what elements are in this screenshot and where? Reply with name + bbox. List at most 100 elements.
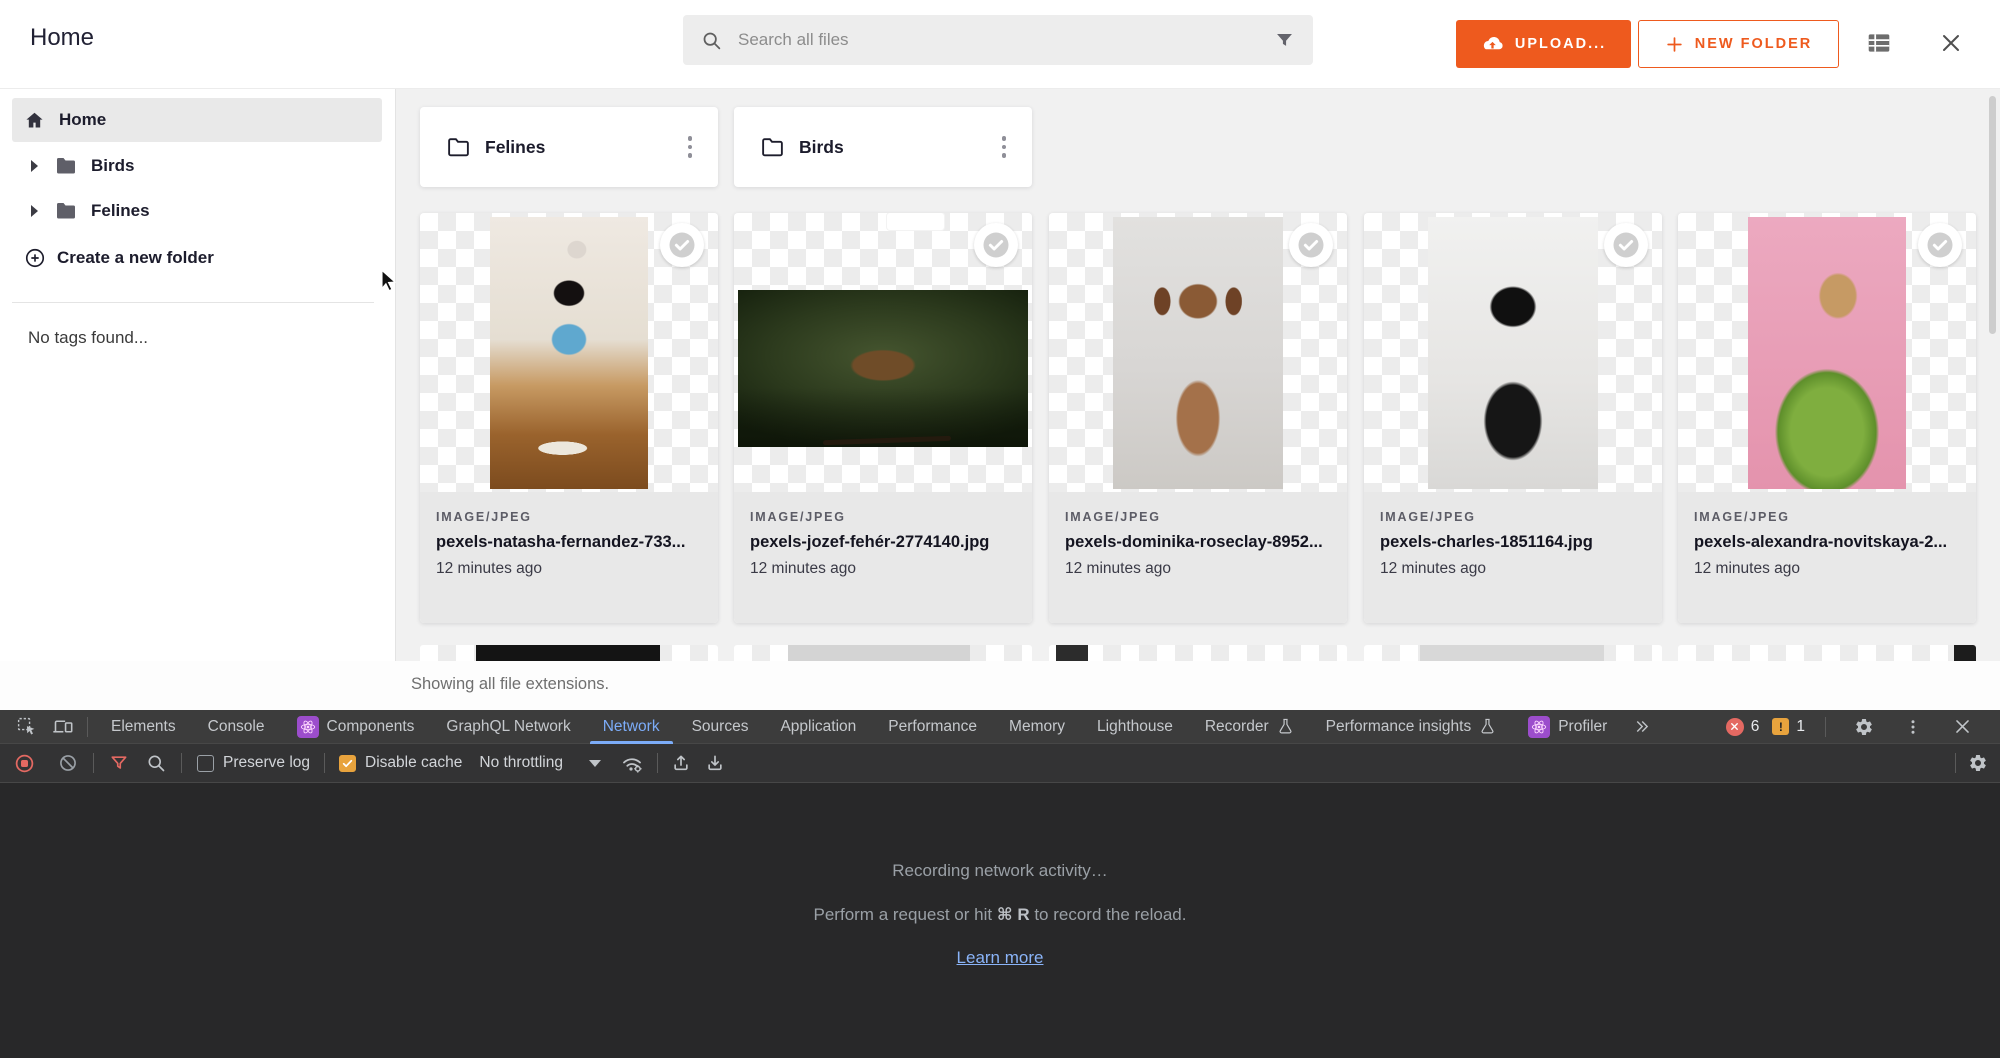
- file-info: IMAGE/JPEG pexels-dominika-roseclay-8952…: [1049, 492, 1347, 623]
- file-card-partial[interactable]: [1364, 645, 1662, 661]
- folder-outline-icon: [760, 135, 785, 160]
- tab-profiler[interactable]: Profiler: [1512, 710, 1623, 744]
- folder-card-felines[interactable]: Felines: [420, 107, 718, 187]
- tab-label: Performance insights: [1326, 718, 1472, 736]
- file-card[interactable]: IMAGE/JPEG pexels-natasha-fernandez-733.…: [420, 213, 718, 623]
- tab-performance-insights[interactable]: Performance insights: [1310, 710, 1513, 744]
- select-check-badge[interactable]: [1289, 223, 1333, 267]
- file-card[interactable]: IMAGE/JPEG pexels-jozef-fehér-2774140.jp…: [734, 213, 1032, 623]
- warning-icon: !: [1772, 718, 1789, 735]
- react-icon: [1528, 716, 1550, 738]
- tab-graphql-network[interactable]: GraphQL Network: [430, 710, 586, 744]
- file-info: IMAGE/JPEG pexels-natasha-fernandez-733.…: [420, 492, 718, 623]
- sidebar-item-felines[interactable]: Felines: [0, 193, 395, 229]
- file-thumbnail: [1678, 213, 1976, 492]
- tab-lighthouse[interactable]: Lighthouse: [1081, 710, 1189, 744]
- sidebar-item-home[interactable]: Home: [12, 98, 382, 142]
- file-type: IMAGE/JPEG: [436, 510, 702, 524]
- settings-gear-icon[interactable]: [1846, 710, 1882, 744]
- tab-components[interactable]: Components: [281, 710, 431, 744]
- filter-icon[interactable]: [1274, 30, 1295, 51]
- error-count-badge[interactable]: 6: [1726, 718, 1760, 736]
- export-har-icon[interactable]: [705, 753, 725, 773]
- home-icon: [24, 110, 45, 131]
- new-folder-button[interactable]: NEW FOLDER: [1638, 20, 1839, 68]
- disable-cache-label[interactable]: Disable cache: [365, 754, 462, 772]
- tab-label: Elements: [111, 718, 176, 736]
- file-name: pexels-natasha-fernandez-733...: [436, 533, 702, 552]
- devtools-tabbar-right: 6 ! 1: [1726, 710, 1980, 744]
- file-type: IMAGE/JPEG: [1380, 510, 1646, 524]
- divider: [1955, 753, 1956, 773]
- file-card-partial[interactable]: [420, 645, 718, 661]
- kebab-menu-icon[interactable]: [998, 132, 1011, 162]
- folder-card-birds[interactable]: Birds: [734, 107, 1032, 187]
- filter-icon[interactable]: [109, 753, 129, 773]
- learn-more-link[interactable]: Learn more: [957, 948, 1044, 968]
- list-view-icon[interactable]: [1866, 30, 1892, 56]
- select-check-badge[interactable]: [974, 223, 1018, 267]
- throttling-select[interactable]: No throttling: [479, 754, 601, 772]
- tab-memory[interactable]: Memory: [993, 710, 1081, 744]
- folder-outline-icon: [446, 135, 471, 160]
- file-card[interactable]: IMAGE/JPEG pexels-alexandra-novitskaya-2…: [1678, 213, 1976, 623]
- tab-elements[interactable]: Elements: [95, 710, 192, 744]
- file-info: IMAGE/JPEG pexels-jozef-fehér-2774140.jp…: [734, 492, 1032, 623]
- close-icon[interactable]: [1938, 30, 1964, 56]
- file-card[interactable]: IMAGE/JPEG pexels-charles-1851164.jpg 12…: [1364, 213, 1662, 623]
- divider: [181, 753, 182, 773]
- clear-icon[interactable]: [58, 753, 78, 773]
- inspect-element-icon[interactable]: [8, 710, 44, 744]
- file-card-partial[interactable]: [734, 645, 1032, 661]
- search-icon: [701, 30, 722, 51]
- chevron-right-icon[interactable]: [31, 205, 38, 217]
- tab-application[interactable]: Application: [764, 710, 872, 744]
- dog-photo: [1428, 217, 1598, 489]
- screen: Home UPLOAD... NEW FOLDER: [0, 0, 2000, 1058]
- preserve-log-checkbox[interactable]: [197, 755, 214, 772]
- recording-message: Recording network activity…: [892, 861, 1107, 881]
- preserve-log-label[interactable]: Preserve log: [223, 754, 310, 772]
- file-name: pexels-jozef-fehér-2774140.jpg: [750, 533, 1016, 552]
- instruction-suffix: to record the reload.: [1030, 905, 1187, 924]
- upload-button[interactable]: UPLOAD...: [1456, 20, 1631, 68]
- file-name: pexels-charles-1851164.jpg: [1380, 533, 1646, 552]
- chevron-right-icon[interactable]: [31, 160, 38, 172]
- import-har-icon[interactable]: [671, 753, 691, 773]
- file-card-partial[interactable]: [1678, 645, 1976, 661]
- tab-performance[interactable]: Performance: [872, 710, 993, 744]
- close-devtools-icon[interactable]: [1944, 710, 1980, 744]
- folder-icon: [54, 199, 78, 223]
- tab-console[interactable]: Console: [192, 710, 281, 744]
- tab-network[interactable]: Network: [587, 710, 676, 744]
- record-icon[interactable]: [14, 753, 35, 774]
- tab-label: Profiler: [1558, 718, 1607, 736]
- tab-recorder[interactable]: Recorder: [1189, 710, 1310, 744]
- kebab-menu-icon[interactable]: [1895, 710, 1931, 744]
- dog-photo: [1748, 217, 1906, 489]
- network-conditions-icon[interactable]: [620, 751, 644, 775]
- select-check-badge[interactable]: [660, 223, 704, 267]
- create-folder-button[interactable]: Create a new folder: [24, 240, 214, 276]
- search-icon[interactable]: [146, 753, 166, 773]
- more-tabs-icon[interactable]: [1623, 710, 1659, 744]
- search-input[interactable]: [736, 29, 1260, 51]
- search-bar[interactable]: [683, 15, 1313, 65]
- disable-cache-checkbox[interactable]: [339, 755, 356, 772]
- file-time: 12 minutes ago: [1694, 560, 1960, 578]
- tab-sources[interactable]: Sources: [676, 710, 765, 744]
- tab-label: Memory: [1009, 718, 1065, 736]
- file-thumbnail: [1049, 213, 1347, 492]
- tab-label: Recorder: [1205, 718, 1269, 736]
- network-settings-gear-icon[interactable]: [1968, 753, 1988, 773]
- device-toolbar-icon[interactable]: [44, 710, 80, 744]
- select-check-badge[interactable]: [1918, 223, 1962, 267]
- network-toolbar: Preserve log Disable cache No throttling: [0, 744, 2000, 783]
- kebab-menu-icon[interactable]: [684, 132, 697, 162]
- sidebar-item-birds[interactable]: Birds: [0, 148, 395, 184]
- warning-count-badge[interactable]: ! 1: [1772, 718, 1805, 736]
- file-card-partial[interactable]: [1049, 645, 1347, 661]
- select-check-badge[interactable]: [1604, 223, 1648, 267]
- vertical-scrollbar[interactable]: [1989, 96, 1996, 334]
- file-card[interactable]: IMAGE/JPEG pexels-dominika-roseclay-8952…: [1049, 213, 1347, 623]
